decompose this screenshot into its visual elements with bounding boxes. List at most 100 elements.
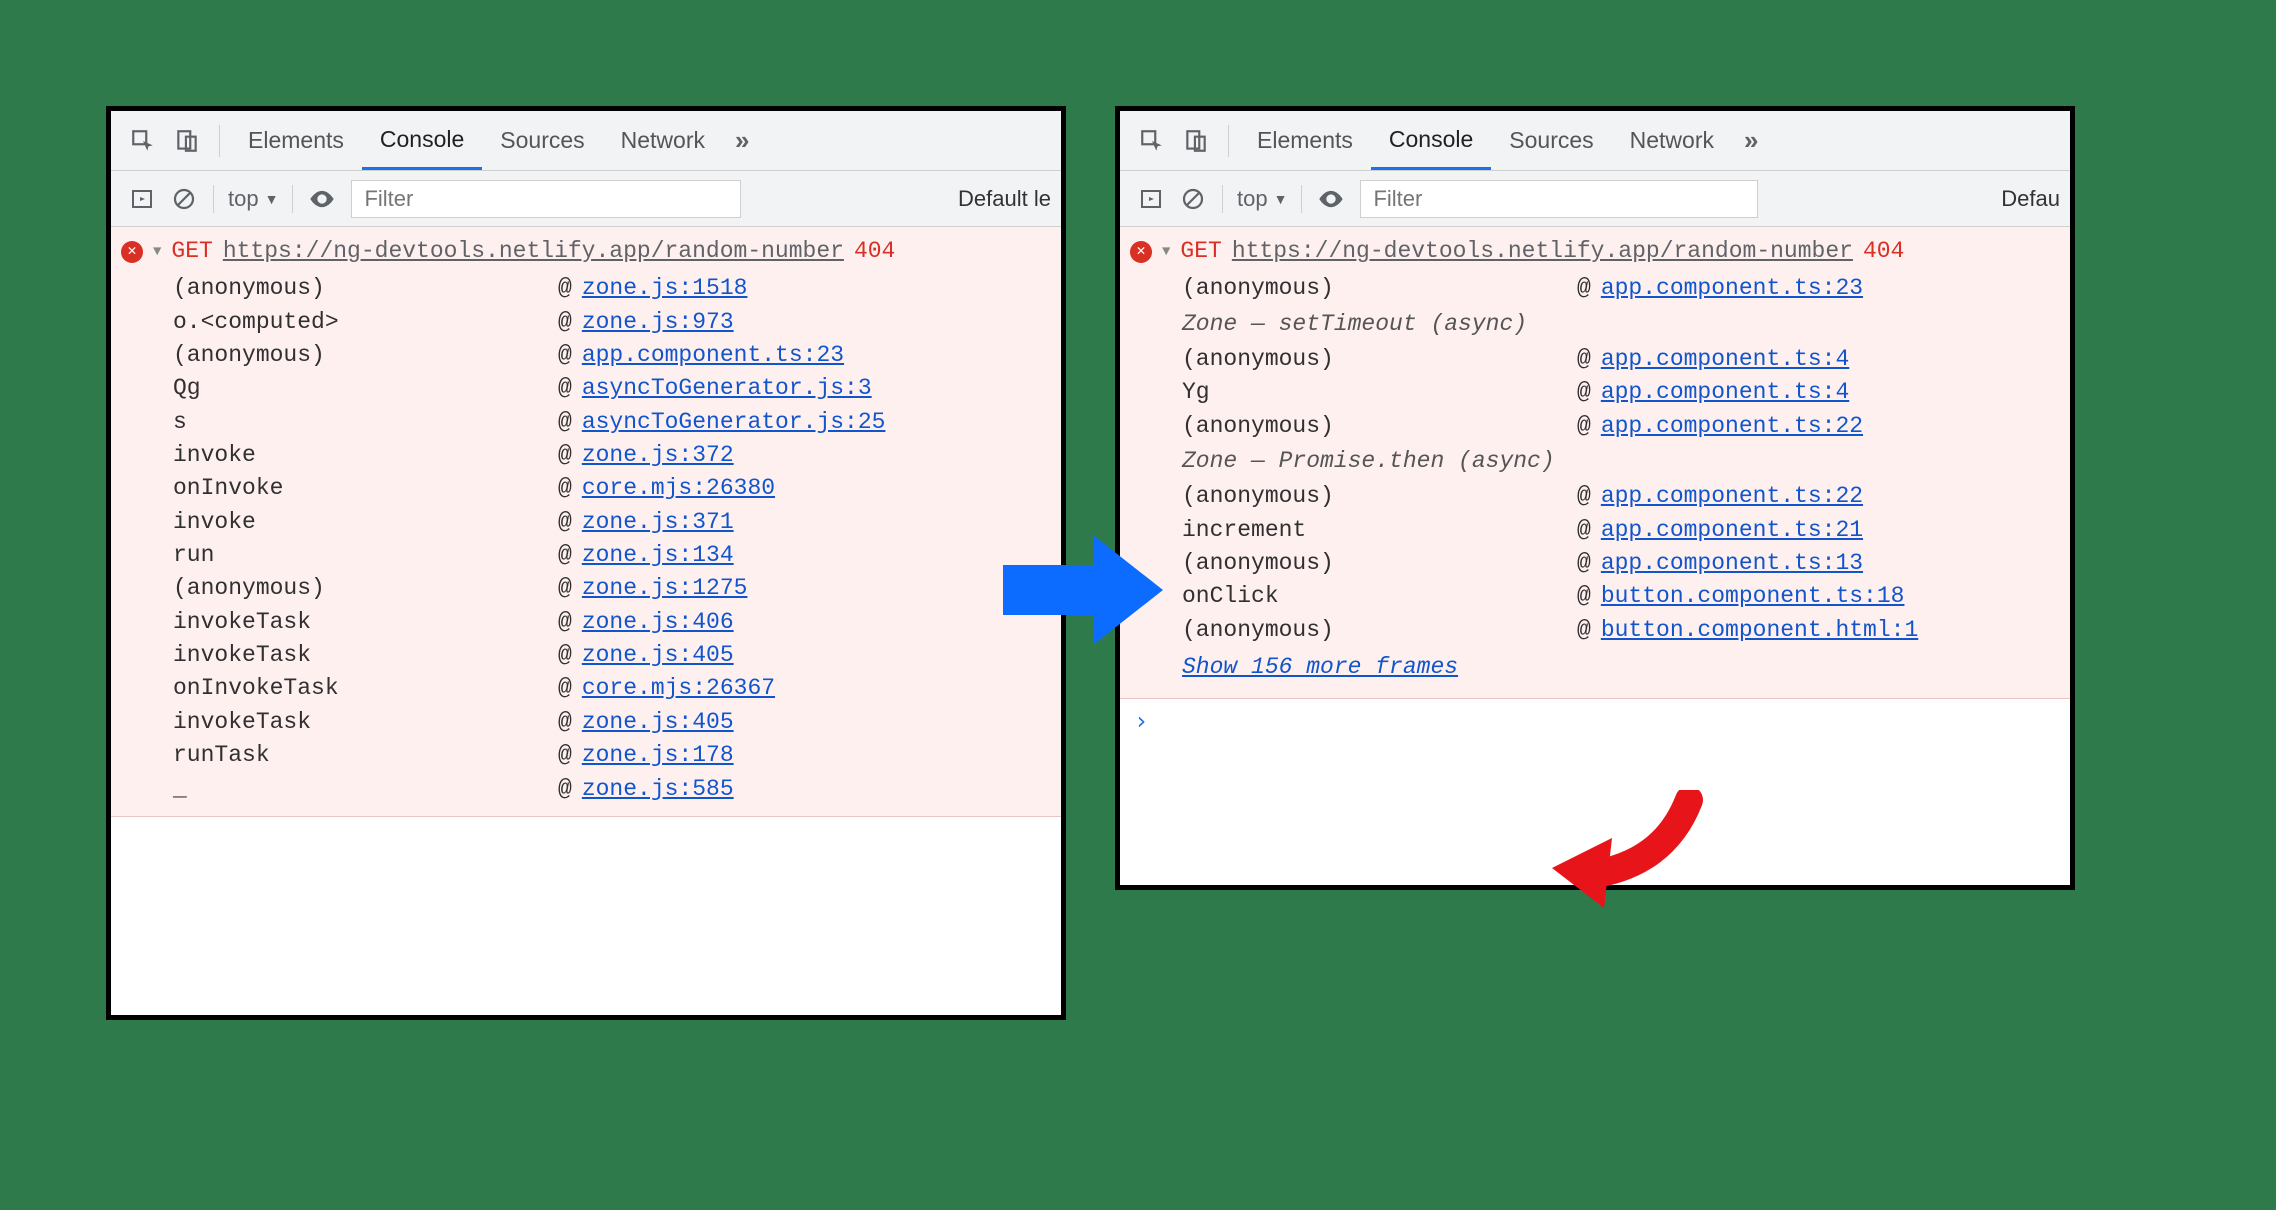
more-tabs-icon[interactable]: »	[723, 125, 761, 156]
frame-function: runTask	[173, 739, 558, 772]
frame-source-link[interactable]: app.component.ts:23	[582, 339, 844, 372]
disclosure-triangle-icon[interactable]: ▼	[1162, 242, 1170, 262]
stack-frame: (anonymous)@app.component.ts:22	[1130, 480, 2060, 513]
error-message[interactable]: ✕ ▼ GET https://ng-devtools.netlify.app/…	[1120, 227, 2070, 272]
live-expression-icon[interactable]	[303, 180, 341, 218]
divider	[1222, 185, 1223, 213]
frame-source-link[interactable]: core.mjs:26367	[582, 672, 775, 705]
tab-label: Sources	[1509, 127, 1593, 154]
inspect-icon[interactable]	[1132, 121, 1172, 161]
sidebar-toggle-icon[interactable]	[123, 180, 161, 218]
tab-label: Sources	[500, 127, 584, 154]
frame-source-link[interactable]: button.component.ts:18	[1601, 580, 1905, 613]
frame-function: invokeTask	[173, 606, 558, 639]
filter-input[interactable]	[351, 180, 741, 218]
frame-source-link[interactable]: button.component.html:1	[1601, 614, 1918, 647]
divider	[219, 125, 220, 157]
devtools-panel-before: Elements Console Sources Network » top ▼…	[106, 106, 1066, 1020]
at-symbol: @	[558, 606, 572, 639]
live-expression-icon[interactable]	[1312, 180, 1350, 218]
clear-console-icon[interactable]	[165, 180, 203, 218]
tab-elements[interactable]: Elements	[230, 111, 362, 170]
frame-source-link[interactable]: app.component.ts:22	[1601, 410, 1863, 443]
frame-function: invoke	[173, 506, 558, 539]
at-symbol: @	[558, 506, 572, 539]
tab-label: Console	[1389, 126, 1473, 153]
frame-source-link[interactable]: zone.js:1275	[582, 572, 748, 605]
frame-function: onInvokeTask	[173, 672, 558, 705]
frame-function: run	[173, 539, 558, 572]
stack-frame: (anonymous)@button.component.html:1	[1130, 614, 2060, 647]
tab-label: Elements	[1257, 127, 1353, 154]
at-symbol: @	[1577, 614, 1591, 647]
tab-console[interactable]: Console	[362, 111, 482, 170]
frame-source-link[interactable]: app.component.ts:4	[1601, 376, 1849, 409]
inspect-icon[interactable]	[123, 121, 163, 161]
frame-source-link[interactable]: app.component.ts:22	[1601, 480, 1863, 513]
at-symbol: @	[558, 639, 572, 672]
stack-frame: (anonymous)@zone.js:1518	[121, 272, 1051, 305]
frame-source-link[interactable]: zone.js:973	[582, 306, 734, 339]
stack-trace: (anonymous)@app.component.ts:23Zone — se…	[1120, 272, 2070, 698]
frame-function: (anonymous)	[1182, 343, 1577, 376]
at-symbol: @	[1577, 480, 1591, 513]
frame-function: (anonymous)	[173, 572, 558, 605]
device-toggle-icon[interactable]	[167, 121, 207, 161]
divider	[292, 185, 293, 213]
frame-source-link[interactable]: asyncToGenerator.js:3	[582, 372, 872, 405]
log-levels[interactable]: Default le	[958, 186, 1051, 212]
frame-source-link[interactable]: zone.js:1518	[582, 272, 748, 305]
log-levels[interactable]: Defau	[2001, 186, 2060, 212]
device-toggle-icon[interactable]	[1176, 121, 1216, 161]
frame-source-link[interactable]: zone.js:178	[582, 739, 734, 772]
frame-source-link[interactable]: zone.js:405	[582, 639, 734, 672]
error-message[interactable]: ✕ ▼ GET https://ng-devtools.netlify.app/…	[111, 227, 1061, 272]
error-url[interactable]: https://ng-devtools.netlify.app/random-n…	[223, 235, 844, 268]
frame-source-link[interactable]: app.component.ts:4	[1601, 343, 1849, 376]
http-status: 404	[854, 235, 895, 268]
tab-sources[interactable]: Sources	[482, 111, 602, 170]
stack-frame: invokeTask@zone.js:405	[121, 706, 1051, 739]
error-icon: ✕	[121, 241, 143, 263]
at-symbol: @	[558, 339, 572, 372]
context-label: top	[1237, 186, 1268, 212]
frame-source-link[interactable]: app.component.ts:13	[1601, 547, 1863, 580]
filter-input[interactable]	[1360, 180, 1758, 218]
frame-source-link[interactable]: zone.js:371	[582, 506, 734, 539]
frame-source-link[interactable]: zone.js:134	[582, 539, 734, 572]
frame-source-link[interactable]: zone.js:372	[582, 439, 734, 472]
frame-source-link[interactable]: core.mjs:26380	[582, 472, 775, 505]
at-symbol: @	[1577, 514, 1591, 547]
tabbar: Elements Console Sources Network »	[111, 111, 1061, 171]
frame-source-link[interactable]: asyncToGenerator.js:25	[582, 406, 886, 439]
stack-frame: invokeTask@ zone.js:406	[121, 606, 1051, 639]
console-prompt[interactable]: ›	[1120, 699, 2070, 743]
at-symbol: @	[1577, 547, 1591, 580]
at-symbol: @	[558, 439, 572, 472]
frame-source-link[interactable]: app.component.ts:21	[1601, 514, 1863, 547]
more-tabs-icon[interactable]: »	[1732, 125, 1770, 156]
stack-frame: (anonymous)@app.component.ts:13	[1130, 547, 2060, 580]
show-more-frames-link[interactable]: Show 156 more frames	[1130, 647, 2060, 688]
tab-label: Elements	[248, 127, 344, 154]
error-url[interactable]: https://ng-devtools.netlify.app/random-n…	[1232, 235, 1853, 268]
sidebar-toggle-icon[interactable]	[1132, 180, 1170, 218]
context-selector[interactable]: top ▼	[1231, 186, 1293, 212]
frame-function: invokeTask	[173, 706, 558, 739]
frame-source-link[interactable]: app.component.ts:23	[1601, 272, 1863, 305]
tab-network[interactable]: Network	[603, 111, 723, 170]
tab-sources[interactable]: Sources	[1491, 111, 1611, 170]
tab-network[interactable]: Network	[1612, 111, 1732, 170]
frame-source-link[interactable]: zone.js:585	[582, 773, 734, 806]
stack-frame: invokeTask@zone.js:405	[121, 639, 1051, 672]
frame-source-link[interactable]: zone.js:405	[582, 706, 734, 739]
stack-frame: _@zone.js:585	[121, 773, 1051, 806]
frame-source-link[interactable]: zone.js:406	[582, 606, 734, 639]
tab-elements[interactable]: Elements	[1239, 111, 1371, 170]
clear-console-icon[interactable]	[1174, 180, 1212, 218]
at-symbol: @	[558, 672, 572, 705]
stack-frame: Yg@app.component.ts:4	[1130, 376, 2060, 409]
disclosure-triangle-icon[interactable]: ▼	[153, 242, 161, 262]
tab-console[interactable]: Console	[1371, 111, 1491, 170]
context-selector[interactable]: top ▼	[222, 186, 284, 212]
